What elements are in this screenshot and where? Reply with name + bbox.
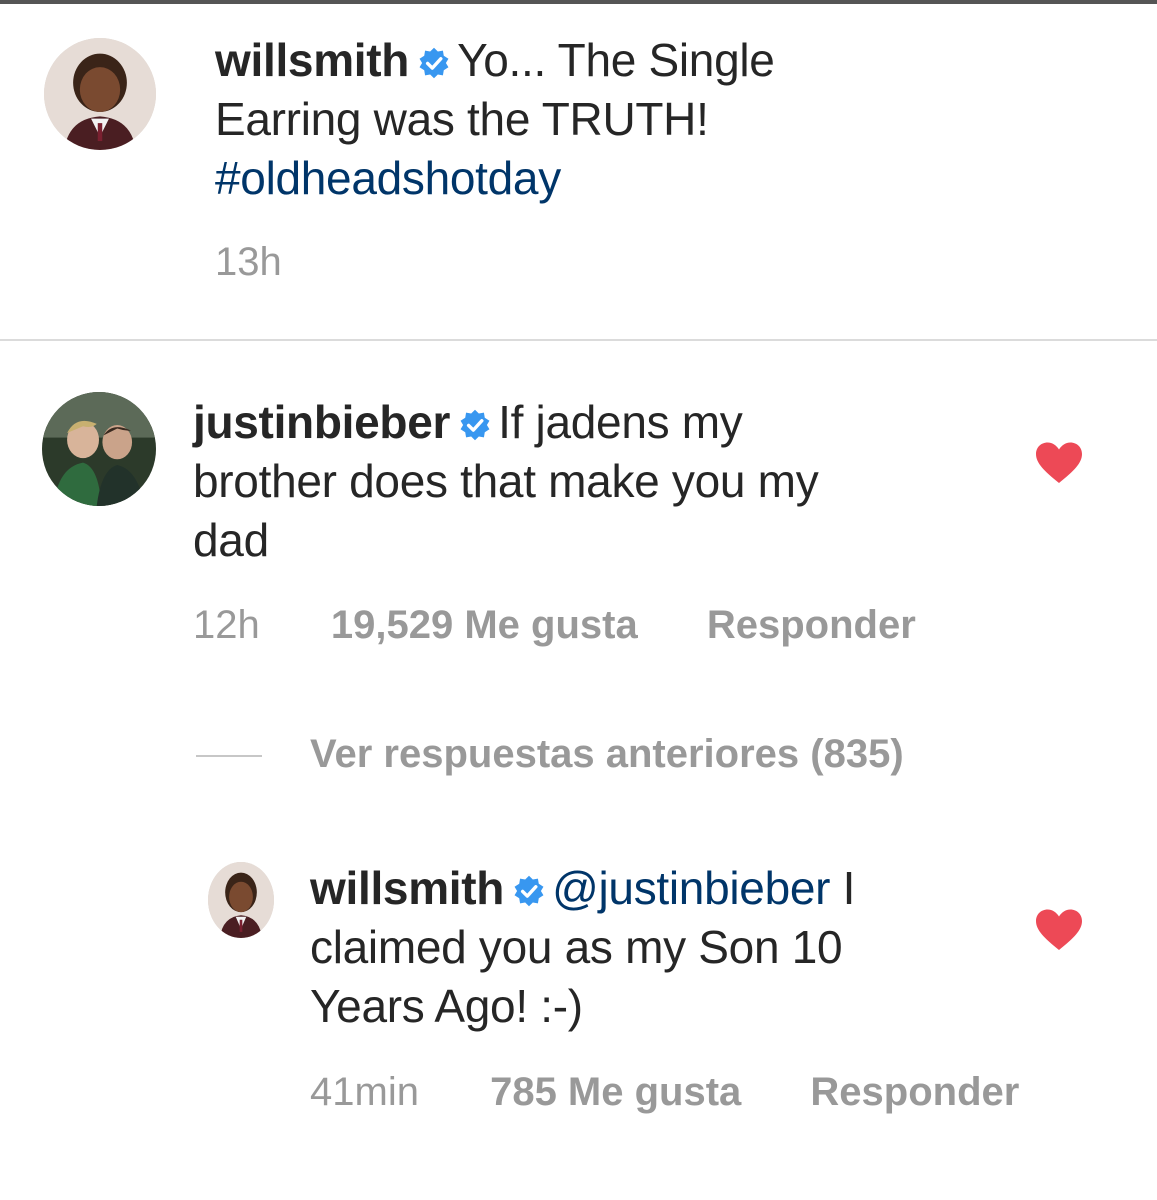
child-portrait-avatar-icon [44, 38, 156, 150]
comment-likes[interactable]: 19,529 Me gusta [331, 603, 638, 648]
reply-reply-button[interactable]: Responder [810, 1070, 1019, 1115]
reply-likes[interactable]: 785 Me gusta [490, 1070, 741, 1115]
reply-mention[interactable]: @justinbieber [552, 862, 830, 914]
comment-text-line1: If jadens my [498, 396, 743, 448]
justinbieber-avatar[interactable] [42, 392, 156, 506]
verified-badge-icon [512, 874, 546, 908]
comment-text-line2: brother does that make you my [193, 455, 819, 507]
comment-text-line3: dad [193, 514, 269, 566]
reply-text-line2: claimed you as my Son 10 [310, 921, 843, 973]
caption-hashtag[interactable]: #oldheadshotday [215, 152, 561, 204]
caption-text-line1: Yo... The Single [457, 34, 775, 86]
verified-badge-icon [458, 408, 492, 442]
caption-time: 13h [215, 240, 282, 284]
comment-reply-button[interactable]: Responder [707, 603, 916, 648]
top-border [0, 0, 1157, 4]
comment-username[interactable]: justinbieber [193, 396, 450, 448]
reply-text-line3: Years Ago! :-) [310, 980, 583, 1032]
instagram-comments-page: willsmith Yo... The Single Earring was th… [0, 0, 1157, 1200]
caption-divider [0, 339, 1157, 341]
comment-time: 12h [193, 603, 260, 647]
view-previous-replies-button[interactable]: Ver respuestas anteriores (835) [310, 732, 904, 777]
reply-willsmith-avatar[interactable] [208, 862, 274, 938]
view-replies-line [196, 755, 262, 757]
reply-text-line1: I [830, 862, 856, 914]
caption-username[interactable]: willsmith [215, 34, 409, 86]
verified-badge-icon [417, 46, 451, 80]
reply-like-heart-icon[interactable] [1034, 908, 1084, 952]
child-portrait-avatar-icon [208, 862, 274, 938]
comment-meta: 12h 19,529 Me gusta Responder [193, 603, 916, 648]
comment-like-heart-icon[interactable] [1034, 441, 1084, 485]
caption-text-line2: Earring was the TRUTH! [215, 93, 709, 145]
comment-text: justinbieber If jadens my brother does th… [193, 393, 953, 570]
reply-time: 41min [310, 1070, 419, 1114]
two-people-photo-avatar-icon [42, 392, 156, 506]
caption-meta: 13h [215, 240, 282, 285]
willsmith-avatar[interactable] [44, 38, 156, 150]
reply-meta: 41min 785 Me gusta Responder [310, 1070, 1019, 1115]
reply-text: willsmith @justinbieber I claimed you as … [310, 859, 1010, 1036]
caption-text: willsmith Yo... The Single Earring was th… [215, 31, 1115, 208]
reply-username[interactable]: willsmith [310, 862, 504, 914]
